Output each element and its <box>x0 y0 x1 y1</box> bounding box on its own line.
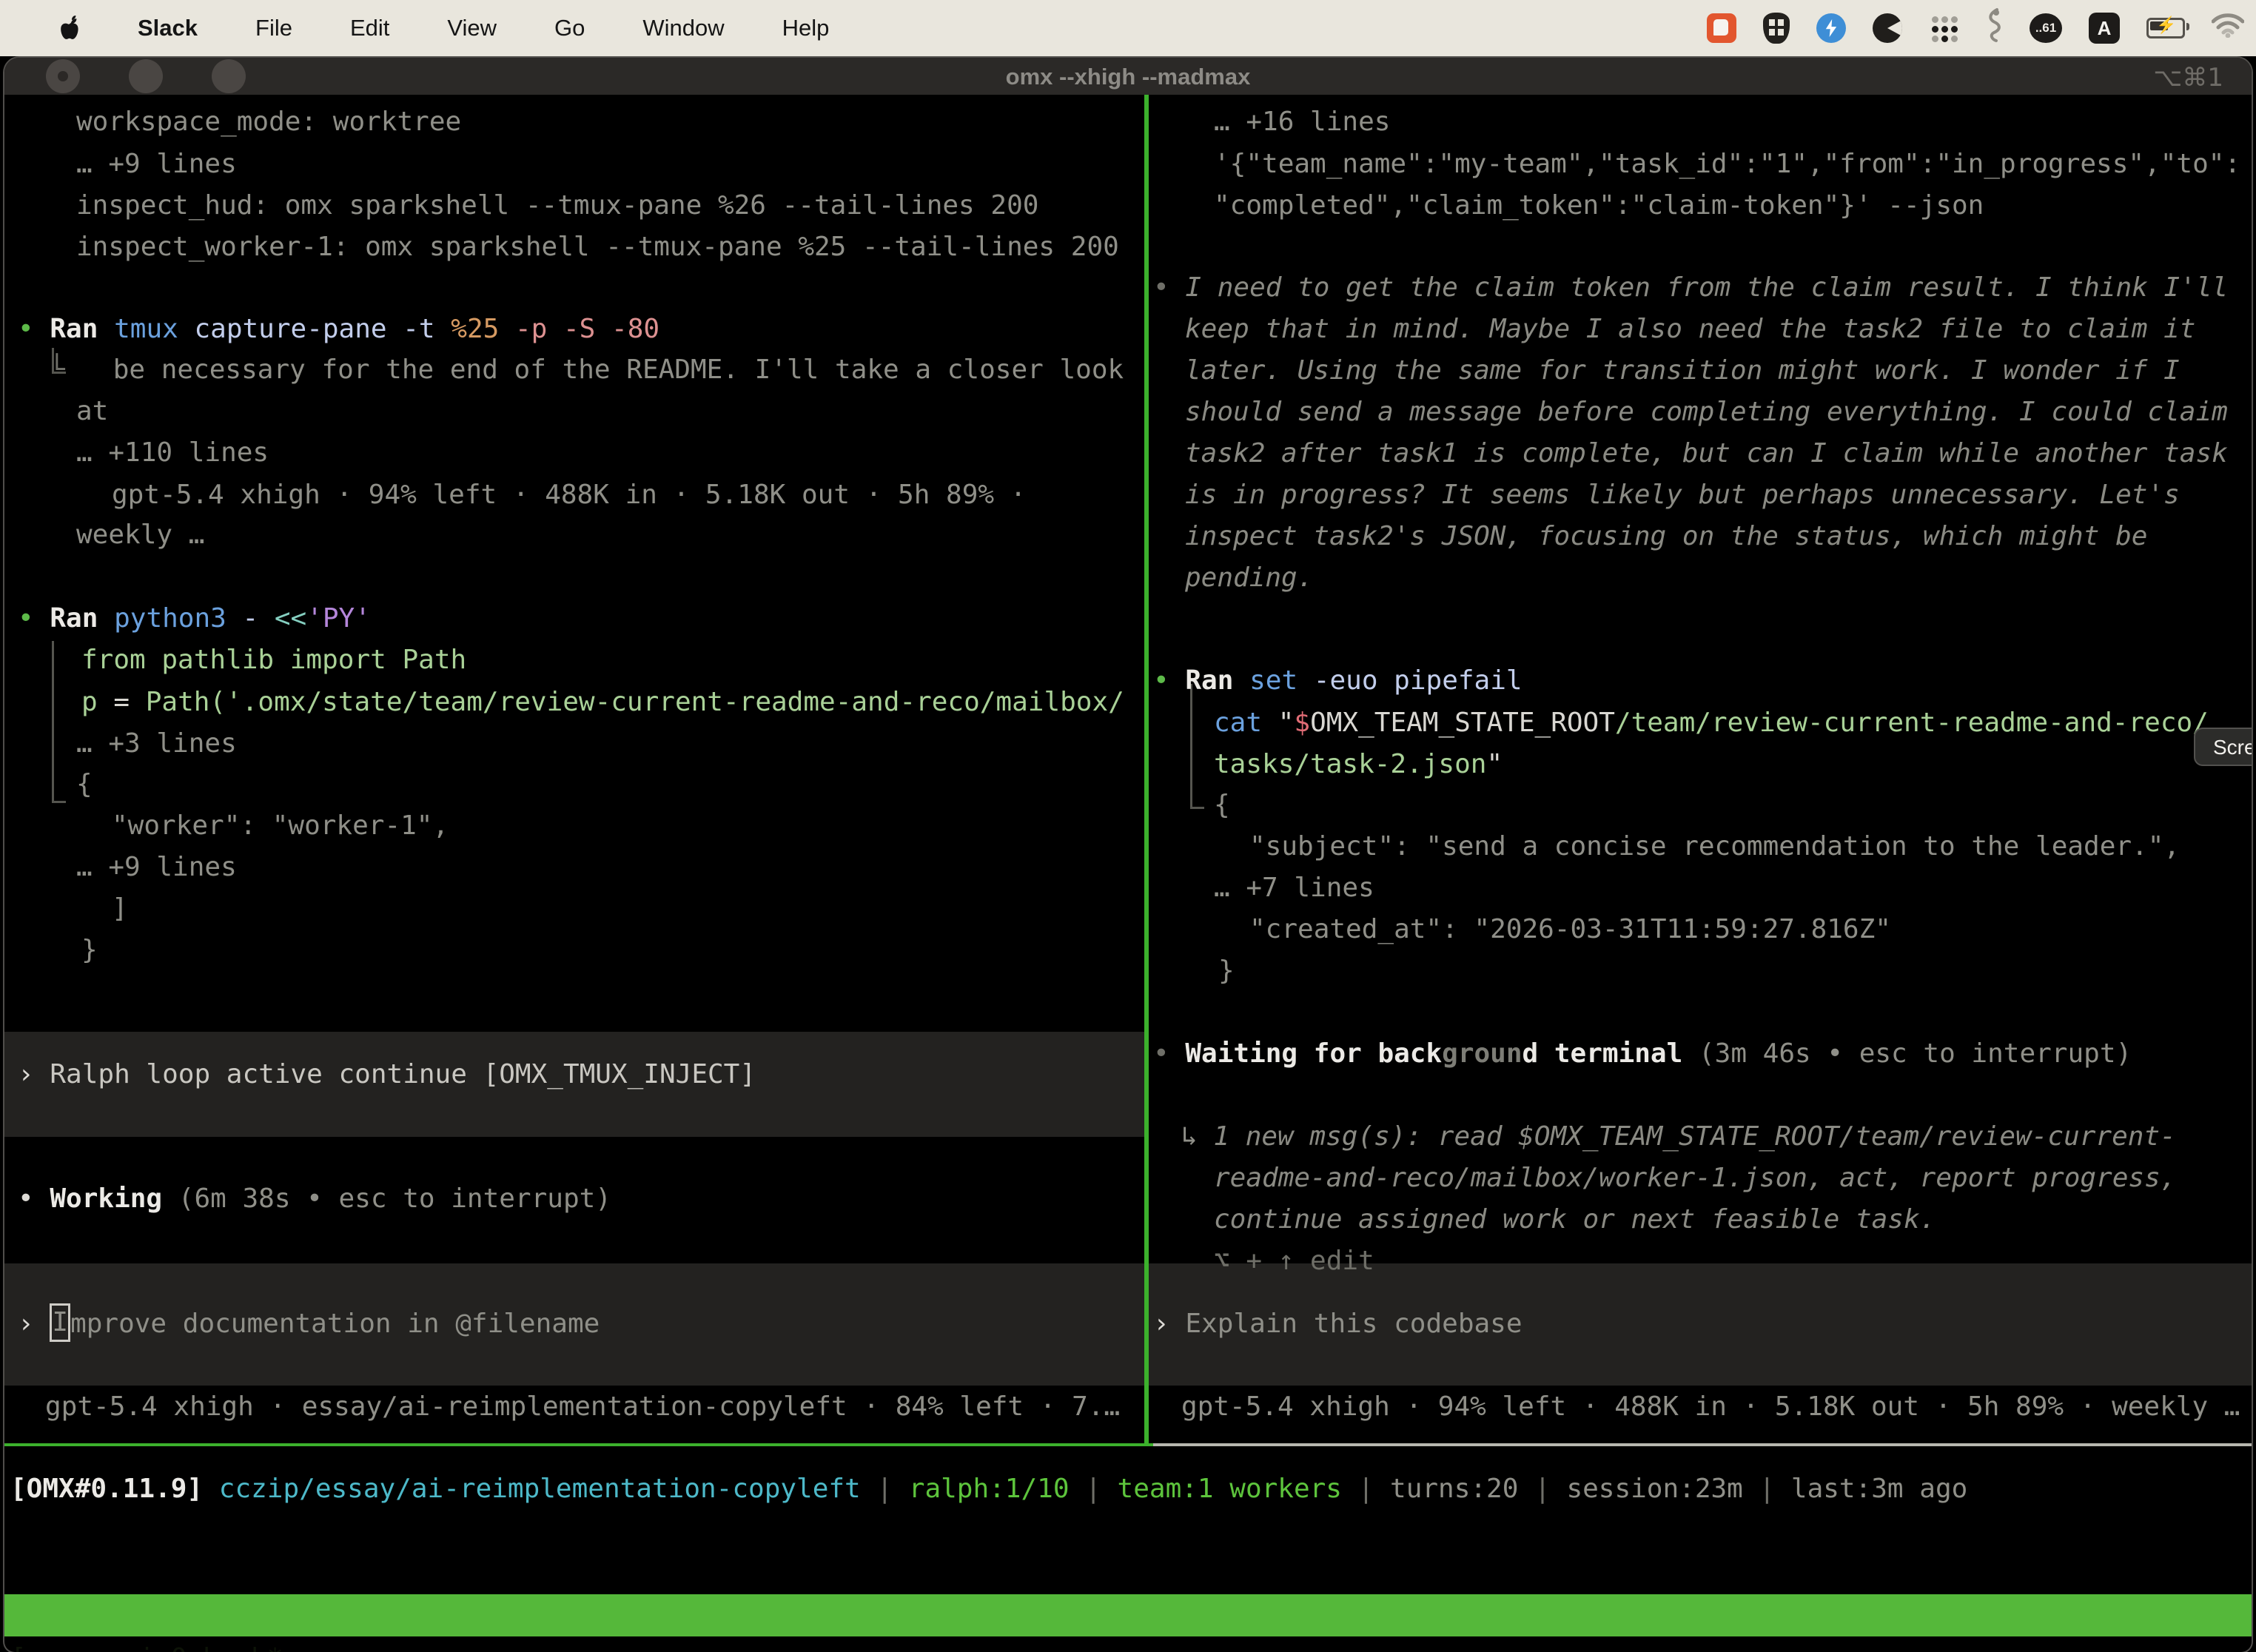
terminal-line: • Ran set -euo pipefail <box>1153 660 1523 702</box>
terminal-line: ↳ 1 new msg(s): read $OMX_TEAM_STATE_ROO… <box>1181 1116 2176 1158</box>
terminal-line: keep that in mind. Maybe I also need the… <box>1185 309 2195 350</box>
menu-item-slack[interactable]: Slack <box>138 15 198 41</box>
tmux-status-bar: [omx-cczip0:bash* "MacBook-Pro-44.local"… <box>4 1594 2252 1636</box>
terminal-line: '{"team_name":"my-team","task_id":"1","f… <box>1214 144 2240 185</box>
terminal-line: should send a message before completing … <box>1185 392 2228 433</box>
omx-hud-pane: [OMX#0.11.9] cczip/essay/ai-reimplementa… <box>10 1446 2246 1591</box>
terminal-line: } <box>1218 950 1235 992</box>
terminal-line: { <box>76 764 93 805</box>
terminal-line: › Explain this codebase <box>1153 1303 1523 1345</box>
menu-items: Slack File Edit View Go Window Help <box>138 15 829 41</box>
terminal-line: gpt-5.4 xhigh · 94% left · 488K in · 5.1… <box>112 474 1026 516</box>
terminal-line: › Improve documentation in @filename <box>18 1303 600 1345</box>
terminal-line: is in progress? It seems likely but perh… <box>1185 474 2180 516</box>
right-agent-pane[interactable]: … +16 lines'{"team_name":"my-team","task… <box>1149 95 2252 1443</box>
menu-item-file[interactable]: File <box>255 15 292 41</box>
charging-bolt-icon: ⚡ <box>2156 16 2176 35</box>
terminal-line: ⌥ + ↑ edit <box>1214 1240 1374 1282</box>
terminal-line: { <box>1214 785 1230 826</box>
terminal-line: p = Path('.omx/state/team/review-current… <box>81 682 1124 723</box>
terminal-line: gpt-5.4 xhigh · 94% left · 488K in · 5.1… <box>1181 1386 2240 1428</box>
terminal-line: pending. <box>1185 557 1313 599</box>
terminal-line: … +9 lines <box>76 847 237 888</box>
terminal-line: • Waiting for background terminal (3m 46… <box>1153 1033 2132 1075</box>
menu-status-icons: ..61 A ⚡ <box>1707 0 2244 56</box>
menu-item-view[interactable]: View <box>447 15 497 41</box>
terminal-line: • Ran python3 - <<'PY' <box>18 598 371 639</box>
output-connector-line <box>52 641 66 803</box>
terminal-line: task2 after task1 is complete, but can I… <box>1185 433 2228 474</box>
terminal-line: inspect_worker-1: omx sparkshell --tmux-… <box>76 226 1119 268</box>
terminal-line: workspace_mode: worktree <box>76 101 461 143</box>
window-shortcut-hint: ⌥⌘1 <box>2153 58 2223 95</box>
terminal-line: • I need to get the claim token from the… <box>1153 267 2228 309</box>
terminal-line: • Ran tmux capture-pane -t %25 -p -S -80 <box>18 309 659 350</box>
terminal-line: tasks/task-2.json" <box>1214 744 1503 785</box>
dot-grid-icon[interactable] <box>1929 13 1958 43</box>
terminal-line: inspect_hud: omx sparkshell --tmux-pane … <box>76 185 1038 226</box>
terminal-line: gpt-5.4 xhigh · essay/ai-reimplementatio… <box>45 1386 1120 1428</box>
terminal-line: … +110 lines <box>76 432 269 474</box>
apple-menu-icon[interactable] <box>61 16 81 41</box>
chat-app-icon[interactable] <box>1707 13 1736 43</box>
terminal-line: … +3 lines <box>76 723 237 765</box>
wifi-icon[interactable] <box>2212 13 2244 44</box>
menu-item-edit[interactable]: Edit <box>350 15 389 41</box>
terminal-line: "completed","claim_token":"claim-token"}… <box>1214 185 1984 226</box>
output-connector-line <box>1190 684 1204 809</box>
verified-seal-icon[interactable] <box>1816 13 1846 43</box>
terminal-line: inspect task2's JSON, focusing on the st… <box>1185 516 2147 557</box>
terminal-line: "subject": "send a concise recommendatio… <box>1249 826 2180 867</box>
terminal-line: weekly … <box>76 514 204 556</box>
terminal-line: readme-and-reco/mailbox/worker-1.json, a… <box>1214 1158 2176 1199</box>
privacy-shield-icon[interactable] <box>1763 13 1790 44</box>
tmux-session-label: [omx-cczip0:bash* <box>10 1637 283 1652</box>
menu-item-help[interactable]: Help <box>782 15 830 41</box>
terminal-line: "created_at": "2026-03-31T11:59:27.816Z" <box>1249 909 1891 950</box>
menu-item-window[interactable]: Window <box>642 15 724 41</box>
count-badge-icon[interactable]: ..61 <box>2030 13 2062 43</box>
keyboard-layout-icon[interactable]: A <box>2089 13 2120 44</box>
terminal-line: at <box>76 391 108 432</box>
terminal-line: continue assigned work or next feasible … <box>1214 1199 1936 1240</box>
window-title: omx --xhigh --madmax <box>4 58 2252 95</box>
terminal-line: ] <box>112 888 128 930</box>
terminal-line: cat "$OMX_TEAM_STATE_ROOT/team/review-cu… <box>1214 702 2209 744</box>
left-agent-pane[interactable]: workspace_mode: worktree… +9 linesinspec… <box>4 95 1144 1443</box>
terminal-line: • Working (6m 38s • esc to interrupt) <box>18 1178 611 1220</box>
menu-bar: Slack File Edit View Go Window Help ..61… <box>0 0 2256 56</box>
moon-circle-icon[interactable] <box>1873 13 1902 43</box>
terminal-line: "worker": "worker-1", <box>112 805 449 847</box>
terminal-line: } <box>81 930 98 971</box>
terminal-line: … +7 lines <box>1214 867 1374 909</box>
screenshot-tooltip[interactable]: Scre <box>2194 728 2252 766</box>
terminal-window[interactable]: omx --xhigh --madmax ⌥⌘1 workspace_mode:… <box>4 58 2252 1652</box>
terminal-line: from pathlib import Path <box>81 639 466 681</box>
terminal-line: … +16 lines <box>1214 101 1390 143</box>
terminal-line: [OMX#0.11.9] cczip/essay/ai-reimplementa… <box>10 1468 1967 1510</box>
battery-charging-icon[interactable]: ⚡ <box>2146 18 2185 38</box>
terminal-line: › Ralph loop active continue [OMX_TMUX_I… <box>18 1054 756 1095</box>
menu-item-go[interactable]: Go <box>554 15 585 41</box>
window-titlebar[interactable]: omx --xhigh --madmax ⌥⌘1 <box>4 58 2252 95</box>
hook-squiggle-icon[interactable] <box>1985 7 2003 49</box>
terminal-line: └ be necessary for the end of the README… <box>49 349 1124 391</box>
terminal-line: … +9 lines <box>76 144 237 185</box>
terminal-line: later. Using the same for transition mig… <box>1185 350 2180 392</box>
